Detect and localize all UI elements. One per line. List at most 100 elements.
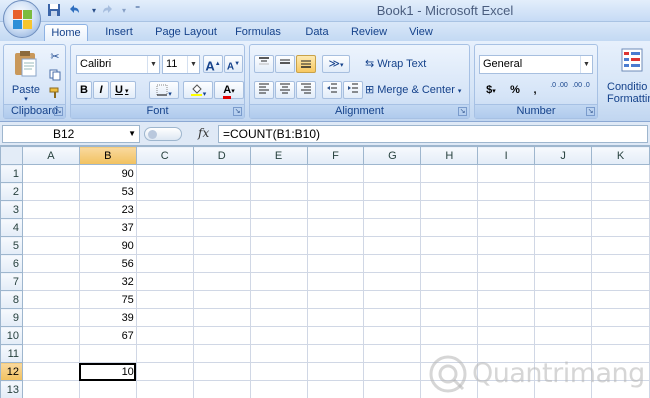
cell-j2[interactable] xyxy=(534,182,593,201)
cell-e4[interactable] xyxy=(249,218,308,237)
cell-k3[interactable] xyxy=(591,200,650,219)
increase-indent-button[interactable] xyxy=(343,81,363,99)
cell-d12[interactable] xyxy=(192,362,251,381)
row-header-6[interactable]: 6 xyxy=(0,254,23,273)
increase-decimal-button[interactable]: .0 .00 xyxy=(549,81,569,99)
decrease-decimal-button[interactable]: .00 .0 xyxy=(571,81,591,99)
cell-j7[interactable] xyxy=(534,272,593,291)
cell-h12[interactable] xyxy=(420,362,479,381)
cell-c2[interactable] xyxy=(135,182,194,201)
cell-h2[interactable] xyxy=(420,182,479,201)
cell-a13[interactable] xyxy=(21,380,80,398)
cell-e9[interactable] xyxy=(249,308,308,327)
cell-e13[interactable] xyxy=(249,380,308,398)
cell-b13[interactable] xyxy=(78,380,137,398)
column-header-i[interactable]: I xyxy=(477,146,536,165)
cell-c5[interactable] xyxy=(135,236,194,255)
align-left-button[interactable] xyxy=(254,81,274,99)
cell-j9[interactable] xyxy=(534,308,593,327)
row-header-9[interactable]: 9 xyxy=(0,308,23,327)
cell-b10[interactable]: 67 xyxy=(78,326,137,345)
cell-k10[interactable] xyxy=(591,326,650,345)
cell-h4[interactable] xyxy=(420,218,479,237)
cell-h1[interactable] xyxy=(420,164,479,183)
row-header-5[interactable]: 5 xyxy=(0,236,23,255)
cell-j5[interactable] xyxy=(534,236,593,255)
cell-b7[interactable]: 32 xyxy=(78,272,137,291)
cell-j12[interactable] xyxy=(534,362,593,381)
cell-i8[interactable] xyxy=(477,290,536,309)
conditional-formatting-button[interactable]: Conditio Formattin xyxy=(602,47,650,107)
cell-h3[interactable] xyxy=(420,200,479,219)
cell-d8[interactable] xyxy=(192,290,251,309)
formula-bar-handle[interactable] xyxy=(144,127,182,141)
cell-f4[interactable] xyxy=(306,218,365,237)
cell-k13[interactable] xyxy=(591,380,650,398)
cell-f13[interactable] xyxy=(306,380,365,398)
cell-g7[interactable] xyxy=(363,272,422,291)
cell-d4[interactable] xyxy=(192,218,251,237)
font-name-combo[interactable]: Calibri ▼ xyxy=(76,55,160,74)
cell-k9[interactable] xyxy=(591,308,650,327)
merge-center-button[interactable]: ⊞ Merge & Center ▾ xyxy=(364,81,468,99)
cell-a5[interactable] xyxy=(21,236,80,255)
cell-c6[interactable] xyxy=(135,254,194,273)
tab-view[interactable]: View xyxy=(404,24,438,41)
cell-i11[interactable] xyxy=(477,344,536,363)
alignment-launcher-icon[interactable]: ↘ xyxy=(458,107,467,116)
cell-a3[interactable] xyxy=(21,200,80,219)
comma-button[interactable]: , xyxy=(527,81,543,99)
cell-b3[interactable]: 23 xyxy=(78,200,137,219)
cell-j1[interactable] xyxy=(534,164,593,183)
cell-j8[interactable] xyxy=(534,290,593,309)
fill-color-button[interactable]: ▾ xyxy=(183,81,213,99)
cell-i4[interactable] xyxy=(477,218,536,237)
cell-e12[interactable] xyxy=(249,362,308,381)
font-name-dropdown-icon[interactable]: ▼ xyxy=(147,56,159,73)
cell-c8[interactable] xyxy=(135,290,194,309)
align-right-button[interactable] xyxy=(296,81,316,99)
tab-insert[interactable]: Insert xyxy=(98,24,140,41)
clipboard-launcher-icon[interactable]: ↘ xyxy=(54,107,63,116)
cell-e8[interactable] xyxy=(249,290,308,309)
row-header-10[interactable]: 10 xyxy=(0,326,23,345)
align-top-button[interactable] xyxy=(254,55,274,73)
paste-button[interactable]: Paste ▾ xyxy=(7,47,43,103)
cell-i2[interactable] xyxy=(477,182,536,201)
cell-k4[interactable] xyxy=(591,218,650,237)
cell-c10[interactable] xyxy=(135,326,194,345)
cell-h11[interactable] xyxy=(420,344,479,363)
cell-d13[interactable] xyxy=(192,380,251,398)
cell-e6[interactable] xyxy=(249,254,308,273)
cell-i3[interactable] xyxy=(477,200,536,219)
cell-j10[interactable] xyxy=(534,326,593,345)
number-format-combo[interactable]: General ▼ xyxy=(479,55,593,74)
font-size-dropdown-icon[interactable]: ▼ xyxy=(187,56,199,73)
cell-a11[interactable] xyxy=(21,344,80,363)
cell-f11[interactable] xyxy=(306,344,365,363)
cell-k11[interactable] xyxy=(591,344,650,363)
cell-k12[interactable] xyxy=(591,362,650,381)
cell-a10[interactable] xyxy=(21,326,80,345)
row-header-1[interactable]: 1 xyxy=(0,164,23,183)
cell-h13[interactable] xyxy=(420,380,479,398)
cell-d7[interactable] xyxy=(192,272,251,291)
cell-f5[interactable] xyxy=(306,236,365,255)
cell-e5[interactable] xyxy=(249,236,308,255)
select-all-corner[interactable] xyxy=(0,146,23,165)
cell-i7[interactable] xyxy=(477,272,536,291)
cell-d9[interactable] xyxy=(192,308,251,327)
cell-h9[interactable] xyxy=(420,308,479,327)
cell-e3[interactable] xyxy=(249,200,308,219)
cell-j3[interactable] xyxy=(534,200,593,219)
cell-c13[interactable] xyxy=(135,380,194,398)
cell-f9[interactable] xyxy=(306,308,365,327)
tab-page-layout[interactable]: Page Layout xyxy=(150,24,222,41)
column-header-h[interactable]: H xyxy=(420,146,479,165)
orientation-button[interactable]: ≫▾ xyxy=(322,55,350,73)
cell-b6[interactable]: 56 xyxy=(78,254,137,273)
row-header-4[interactable]: 4 xyxy=(0,218,23,237)
cell-b11[interactable] xyxy=(78,344,137,363)
cell-f1[interactable] xyxy=(306,164,365,183)
bold-button[interactable]: B xyxy=(76,81,92,99)
